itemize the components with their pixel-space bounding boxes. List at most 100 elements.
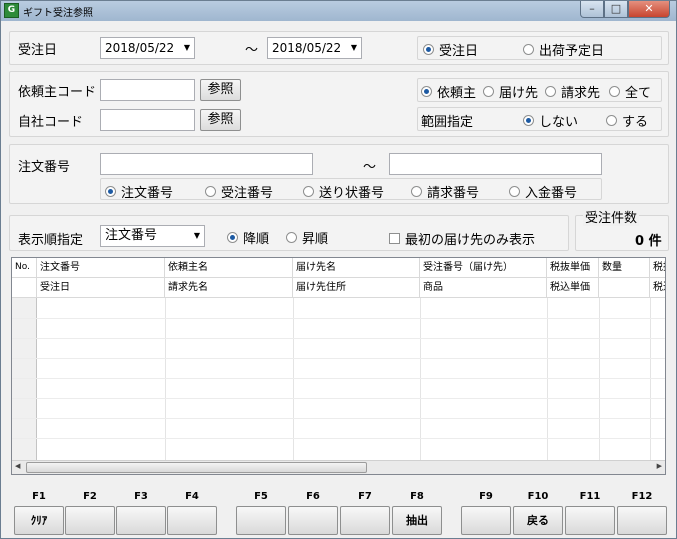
fkey-f1: F1 ｸﾘｱ: [14, 490, 64, 535]
radio-dot: [545, 86, 556, 97]
f9-button[interactable]: [461, 506, 511, 535]
fkey-label: F1: [32, 491, 46, 502]
grid-col-amount-in[interactable]: 税込: [650, 278, 665, 298]
f8-extract-button[interactable]: 抽出: [392, 506, 442, 535]
title-bar[interactable]: G ギフト受注参照 – □ ✕: [1, 1, 676, 21]
sort-key-value: 注文番号: [105, 228, 158, 243]
fkey-f3: F3: [116, 490, 166, 535]
radio-dot: [609, 86, 620, 97]
grid-col-client-name[interactable]: 依頼主名: [165, 258, 293, 278]
sort-key-select[interactable]: 注文番号 ▼: [100, 225, 205, 247]
grid-col-bill-name[interactable]: 請求先名: [165, 278, 293, 298]
own-ref-button[interactable]: 参照: [200, 109, 241, 131]
client-ref-button[interactable]: 参照: [200, 79, 241, 101]
radio-dot: [205, 186, 216, 197]
scroll-left-icon[interactable]: ◀: [15, 462, 20, 470]
f10-back-button[interactable]: 戻る: [513, 506, 563, 535]
grid-col-order-date[interactable]: 受注日: [37, 278, 165, 298]
radio-order-no[interactable]: 注文番号: [105, 182, 173, 201]
fkey-label: F3: [134, 491, 148, 502]
grid-col-unit-price-in[interactable]: 税込単価: [547, 278, 599, 298]
main-window: G ギフト受注参照 – □ ✕ 受注日 2018/05/22 ▼ ～ 2018/…: [0, 0, 677, 539]
f2-button[interactable]: [65, 506, 115, 535]
scrollbar-thumb[interactable]: [26, 462, 367, 473]
radio-dot: [523, 44, 534, 55]
grid-col-unit-price-ex[interactable]: 税抜単価: [547, 258, 599, 278]
fkey-f11: F11: [565, 490, 615, 535]
radio-label: 入金番号: [525, 186, 578, 201]
radio-dot: [483, 86, 494, 97]
fkey-label: F4: [185, 491, 199, 502]
radio-ship-to[interactable]: 届け先: [483, 82, 538, 101]
order-number-tilde: ～: [363, 160, 377, 175]
radio-label: 届け先: [499, 86, 539, 101]
row-divider: [12, 338, 665, 339]
date-to-picker[interactable]: 2018/05/22 ▼: [267, 37, 362, 59]
f7-button[interactable]: [340, 506, 390, 535]
grid-col-ship-name[interactable]: 届け先名: [293, 258, 420, 278]
radio-dot: [411, 186, 422, 197]
chevron-down-icon: ▼: [183, 43, 190, 52]
radio-invoice-no[interactable]: 送り状番号: [303, 182, 384, 201]
order-number-from-input[interactable]: [100, 153, 313, 175]
horizontal-scrollbar[interactable]: ◀ ▶: [12, 460, 665, 474]
order-count-value: 0 件: [635, 234, 662, 249]
f12-button[interactable]: [617, 506, 667, 535]
grid-col-ship-address[interactable]: 届け先住所: [293, 278, 420, 298]
f4-button[interactable]: [167, 506, 217, 535]
grid-col-qty-2[interactable]: [599, 278, 650, 298]
radio-label: しない: [539, 115, 579, 130]
date-from-picker[interactable]: 2018/05/22 ▼: [100, 37, 195, 59]
radio-all[interactable]: 全て: [609, 82, 651, 101]
radio-dot: [606, 115, 617, 126]
fkey-label: F9: [479, 491, 493, 502]
fkey-f2: F2: [65, 490, 115, 535]
row-divider: [12, 318, 665, 319]
fkey-label: F11: [579, 491, 601, 502]
grid-col-product[interactable]: 商品: [420, 278, 547, 298]
radio-dot: [523, 115, 534, 126]
f5-button[interactable]: [236, 506, 286, 535]
radio-asc[interactable]: 昇順: [286, 228, 328, 247]
radio-label: 受注番号: [221, 186, 274, 201]
radio-desc[interactable]: 降順: [227, 228, 269, 247]
radio-dot: [303, 186, 314, 197]
order-number-to-input[interactable]: [389, 153, 602, 175]
row-divider: [12, 438, 665, 439]
f11-button[interactable]: [565, 506, 615, 535]
radio-receive-no[interactable]: 受注番号: [205, 182, 273, 201]
row-divider: [12, 358, 665, 359]
first-ship-only-checkbox[interactable]: 最初の届け先のみ表示: [389, 229, 535, 248]
radio-range-on[interactable]: する: [606, 111, 648, 130]
radio-bill-to[interactable]: 請求先: [545, 82, 600, 101]
own-code-label: 自社コード: [18, 115, 84, 130]
grid-col-qty[interactable]: 数量: [599, 258, 650, 278]
f6-button[interactable]: [288, 506, 338, 535]
radio-bill-no[interactable]: 請求番号: [411, 182, 479, 201]
radio-ship-date[interactable]: 出荷予定日: [523, 40, 604, 59]
row-divider: [12, 398, 665, 399]
f1-clear-button[interactable]: ｸﾘｱ: [14, 506, 64, 535]
fkey-label: F5: [254, 491, 268, 502]
grid-col-amount-ex[interactable]: 税抜: [650, 258, 665, 278]
order-grid[interactable]: No. 注文番号 依頼主名 届け先名 受注番号（届け先） 税抜単価 数量 税抜 …: [11, 257, 666, 475]
scroll-right-icon[interactable]: ▶: [657, 462, 662, 470]
f3-button[interactable]: [116, 506, 166, 535]
radio-payment-no[interactable]: 入金番号: [509, 182, 577, 201]
client-code-input[interactable]: [100, 79, 195, 101]
radio-order-date[interactable]: 受注日: [423, 40, 478, 59]
close-button[interactable]: ✕: [628, 1, 670, 18]
radio-dot: [423, 44, 434, 55]
radio-client[interactable]: 依頼主: [421, 82, 476, 101]
fkey-f8: F8 抽出: [392, 490, 442, 535]
order-count-label: 受注件数: [583, 207, 640, 226]
grid-col-receive-no[interactable]: 受注番号（届け先）: [420, 258, 547, 278]
radio-range-off[interactable]: しない: [523, 111, 578, 130]
grid-col-order-no[interactable]: 注文番号: [37, 258, 165, 278]
maximize-button[interactable]: □: [604, 1, 628, 18]
minimize-button[interactable]: –: [580, 1, 604, 18]
radio-dot: [227, 232, 238, 243]
own-code-input[interactable]: [100, 109, 195, 131]
radio-label: 送り状番号: [319, 186, 385, 201]
row-divider: [12, 418, 665, 419]
